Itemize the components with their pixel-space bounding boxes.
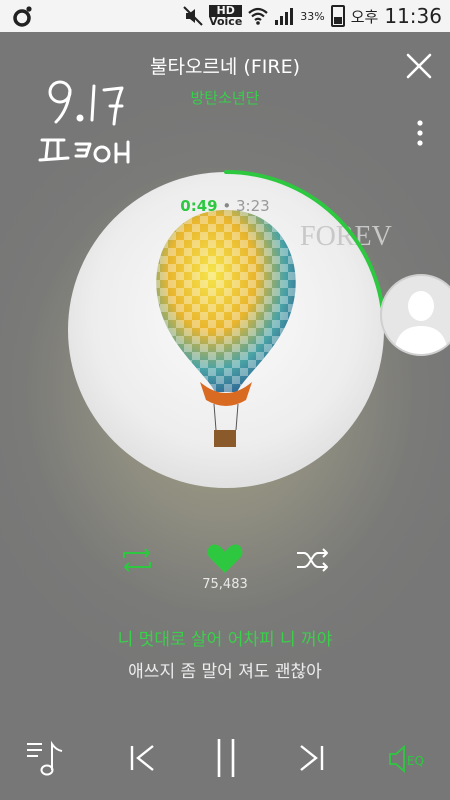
skip-previous-icon xyxy=(130,745,154,771)
repeat-icon xyxy=(123,548,151,572)
current-time: 0:49 xyxy=(180,197,218,215)
heart-icon xyxy=(207,544,243,573)
eq-label-glyph: EQ xyxy=(407,754,424,768)
time-separator: • xyxy=(222,197,232,215)
total-time: 3:23 xyxy=(236,197,270,215)
speaker-eq-icon xyxy=(389,745,405,773)
like-count: 75,483 xyxy=(202,577,248,592)
like-button[interactable] xyxy=(206,543,244,575)
playlist-button[interactable] xyxy=(26,740,66,776)
repeat-button[interactable] xyxy=(120,548,154,572)
pause-button[interactable] xyxy=(212,737,240,779)
lyric-next-line[interactable]: 애쓰지 좀 말어 져도 괜찮아 xyxy=(0,657,450,682)
album-disc: FOREV xyxy=(68,170,392,488)
playlist-music-icon xyxy=(27,740,63,776)
time-readout: 0:49 • 3:23 xyxy=(150,197,300,215)
skip-next-icon xyxy=(300,745,324,771)
shuffle-icon xyxy=(297,548,328,572)
next-button[interactable] xyxy=(296,743,326,773)
person-silhouette-icon xyxy=(394,291,448,354)
previous-button[interactable] xyxy=(128,743,158,773)
shuffle-button[interactable] xyxy=(296,548,330,572)
pause-icon xyxy=(217,739,235,777)
lyric-current-line: 니 멋대로 살어 어차피 니 꺼야 xyxy=(117,630,333,650)
equalizer-button[interactable]: EQ xyxy=(388,745,428,773)
